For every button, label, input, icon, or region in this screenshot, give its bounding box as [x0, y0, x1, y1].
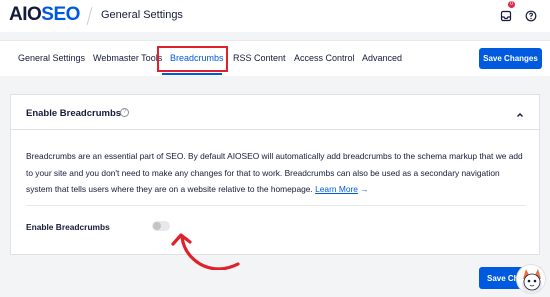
tab-rss-content[interactable]: RSS Content [233, 53, 286, 63]
toggle-knob [153, 222, 161, 230]
notification-badge: 0 [508, 1, 515, 8]
tab-access-control[interactable]: Access Control [294, 53, 355, 63]
mascot-avatar-icon[interactable] [516, 264, 546, 294]
tab-highlight-annotation [157, 46, 228, 72]
page-title: General Settings [101, 9, 183, 21]
card-title: Enable Breadcrumbs [26, 108, 122, 119]
red-arrow-annotation [171, 233, 240, 270]
section-divider [26, 205, 526, 206]
chevron-up-icon[interactable] [515, 107, 525, 117]
logo-text-seo: SEO [41, 4, 80, 25]
enable-breadcrumbs-label: Enable Breadcrumbs [26, 222, 110, 232]
breadcrumbs-settings-card: Enable Breadcrumbs ? Breadcrumbs are an … [10, 94, 540, 255]
arrow-right-icon: → [360, 184, 369, 194]
help-circle-icon[interactable] [522, 7, 540, 25]
logo-text-aio: AIO [9, 4, 42, 25]
active-tab-indicator [162, 73, 222, 75]
question-icon[interactable]: ? [120, 108, 129, 117]
tab-general-settings[interactable]: General Settings [18, 53, 85, 63]
aioseo-logo[interactable]: AIO SEO [9, 4, 80, 26]
learn-more-link[interactable]: Learn More [315, 184, 358, 194]
top-bar [0, 0, 550, 32]
notifications-icon[interactable] [497, 7, 515, 25]
tab-webmaster-tools[interactable]: Webmaster Tools [93, 53, 162, 63]
description-text: Breadcrumbs are an essential part of SEO… [26, 151, 523, 194]
tab-advanced[interactable]: Advanced [362, 53, 402, 63]
breadcrumbs-description: Breadcrumbs are an essential part of SEO… [26, 148, 526, 198]
save-changes-button[interactable]: Save Changes [479, 48, 542, 69]
